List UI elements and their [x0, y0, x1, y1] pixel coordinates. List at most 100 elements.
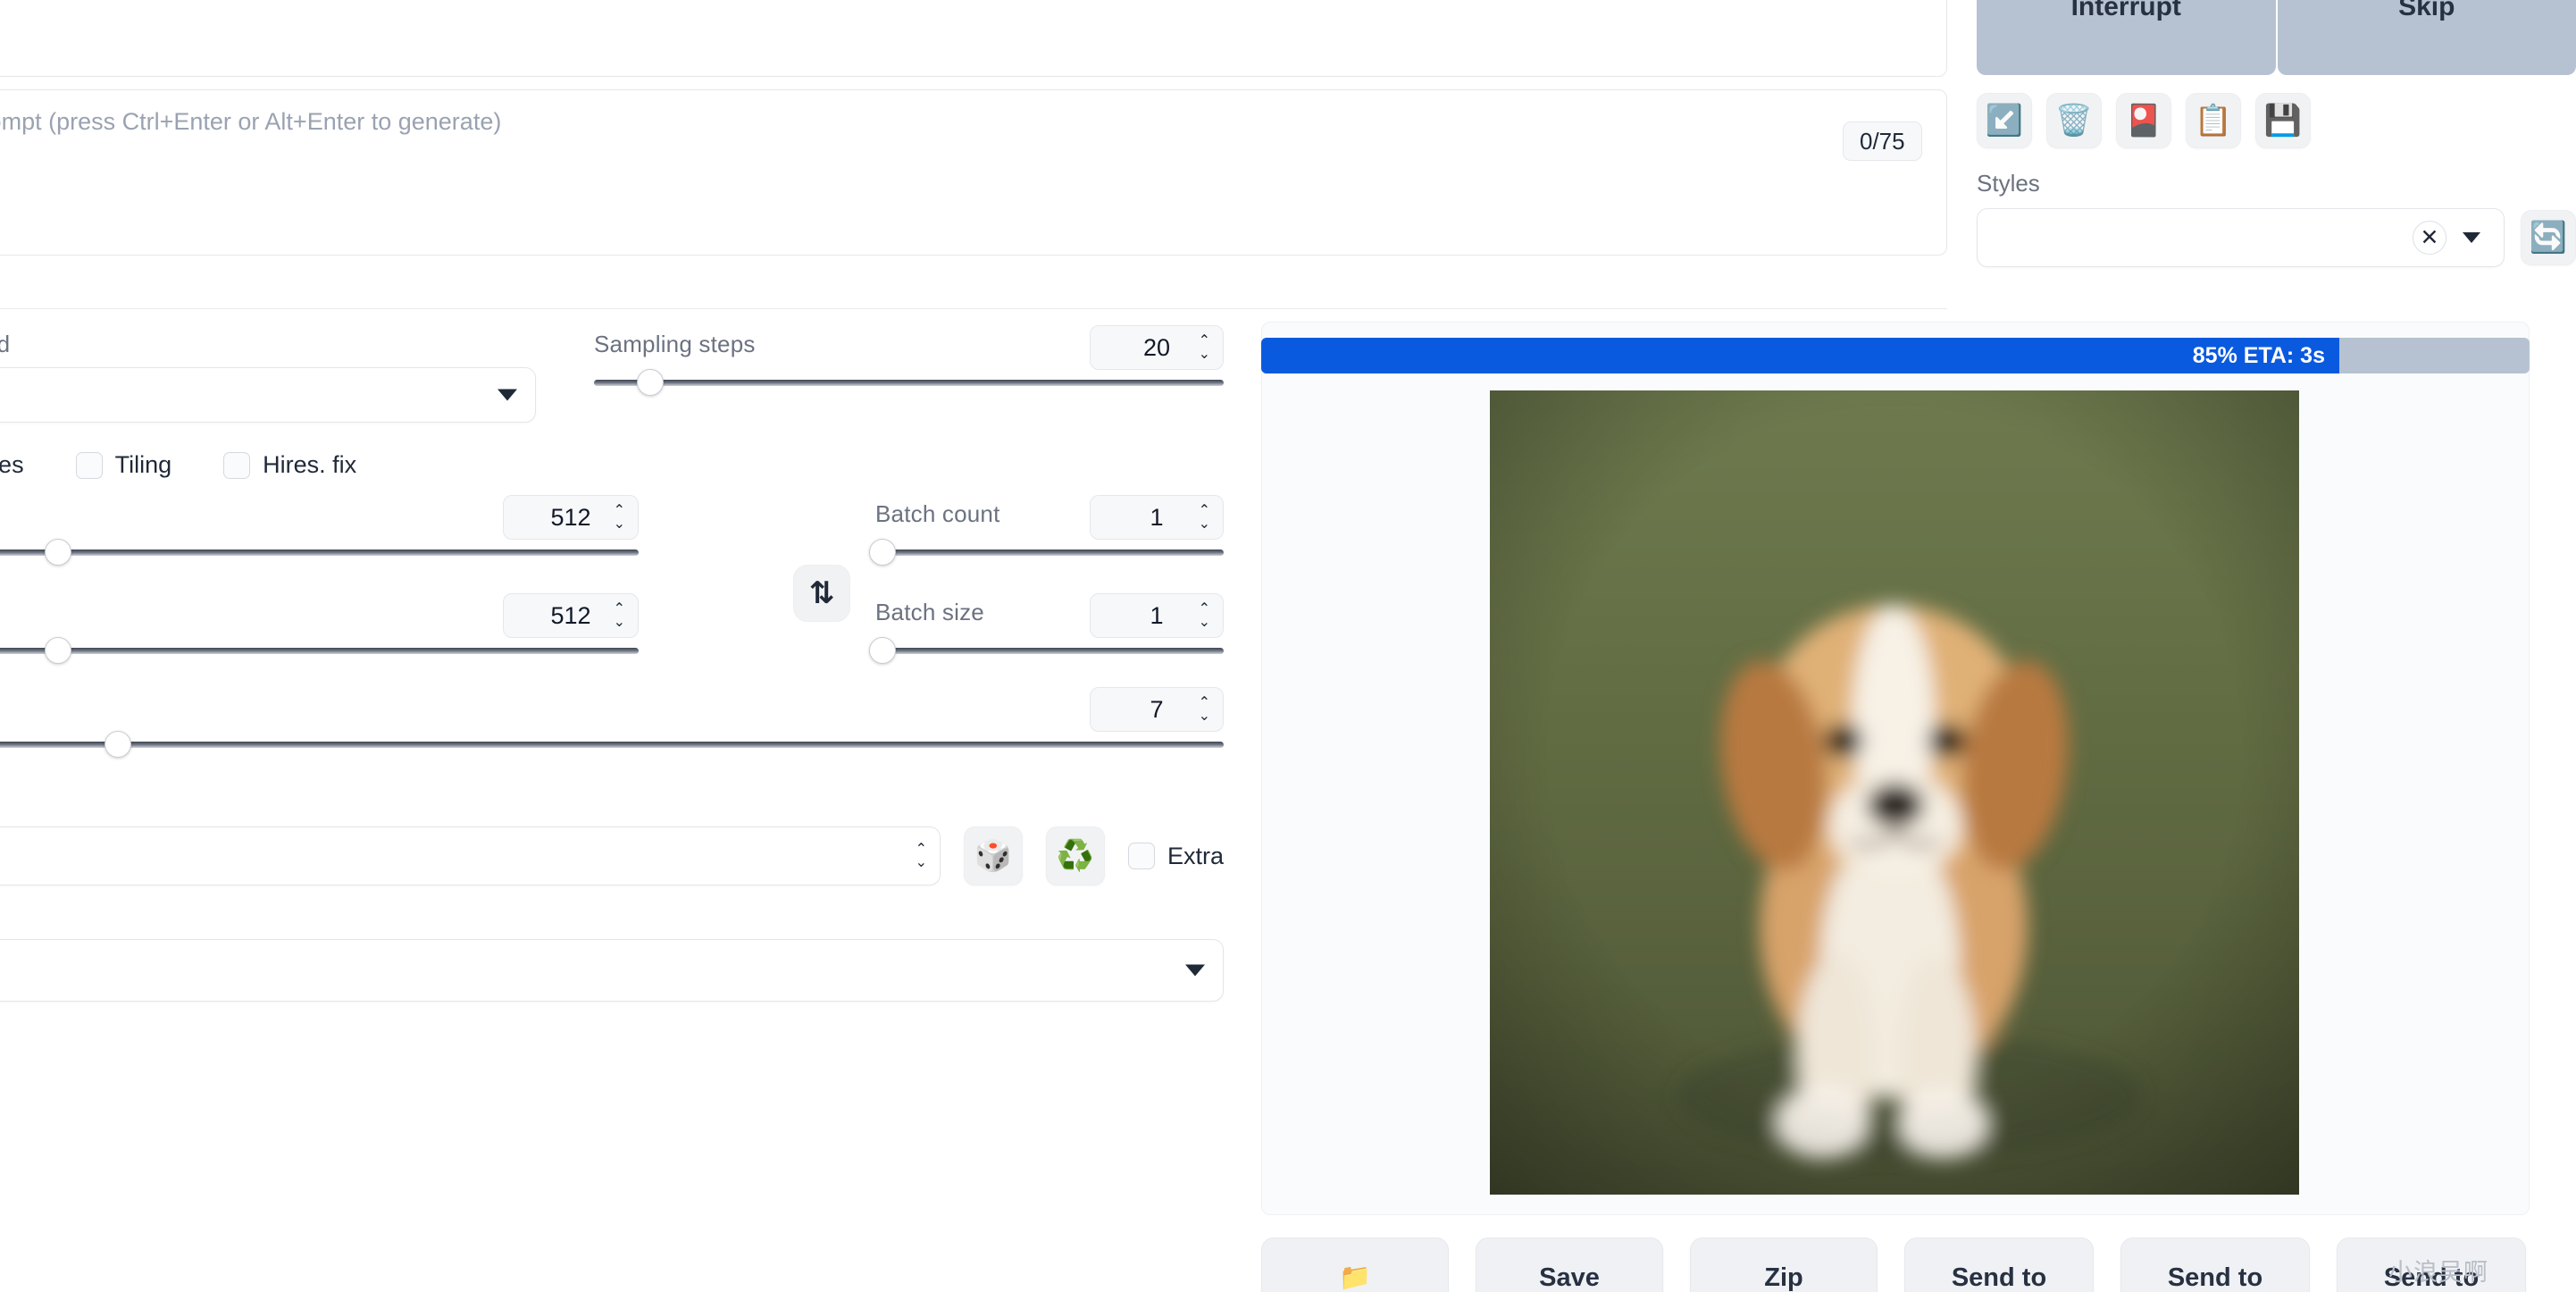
- open-folder-button[interactable]: 📁: [1261, 1237, 1449, 1292]
- stepper-arrows-icon[interactable]: ⌃ ⌄: [1199, 696, 1210, 724]
- extra-label: Extra: [1167, 842, 1224, 869]
- sampling-method-dropdown[interactable]: er a: [0, 367, 536, 423]
- skip-button[interactable]: Skip: [2277, 0, 2576, 75]
- sampling-method-label: pling method: [0, 331, 11, 357]
- generated-image-svg: [1490, 390, 2299, 1195]
- save-style-floppy-icon: 💾: [2263, 104, 2303, 138]
- hires-fix-label: Hires. fix: [263, 451, 357, 478]
- chevron-down-icon: [2463, 232, 2480, 243]
- swap-vertical-icon: ⇅: [808, 576, 835, 610]
- dice-icon: 🎲: [974, 839, 1013, 873]
- refresh-styles-button[interactable]: 🔄: [2521, 210, 2576, 265]
- stepper-arrows-icon[interactable]: ⌃ ⌄: [916, 843, 927, 870]
- progress-bar-fill: 85% ETA: 3s: [1261, 338, 2339, 373]
- hires-fix-toggle[interactable]: Hires. fix: [223, 451, 356, 479]
- send-to-img2img-button[interactable]: Send to: [1904, 1237, 2094, 1292]
- clear-prompt-button[interactable]: 🗑️: [2046, 93, 2102, 148]
- script-field: t ne: [0, 902, 1224, 1002]
- sampling-steps-field: Sampling steps 20 ⌃ ⌄: [594, 325, 1224, 396]
- prompt-column: og gative prompt (press Ctrl+Enter or Al…: [0, 0, 1947, 256]
- extra-seed-toggle[interactable]: Extra: [1127, 842, 1224, 870]
- sampling-steps-slider[interactable]: [594, 369, 1224, 396]
- slider-track: [875, 550, 1224, 556]
- send-to-inpaint-button[interactable]: Send to: [2120, 1237, 2310, 1292]
- folder-icon: 📁: [1338, 1263, 1372, 1292]
- restore-faces-toggle[interactable]: Restore faces: [0, 451, 24, 479]
- swap-dimensions-button[interactable]: ⇅: [793, 565, 850, 622]
- width-value: 512: [550, 503, 591, 531]
- hires-fix-checkbox[interactable]: [223, 451, 251, 479]
- styles-select[interactable]: ✕: [1977, 208, 2505, 267]
- toggle-options-row: Restore faces Tiling Hires. fix: [0, 451, 356, 479]
- read-generation-parameters-button[interactable]: ↙️: [1977, 93, 2032, 148]
- slider-thumb[interactable]: [45, 637, 72, 664]
- seed-input[interactable]: ⌃ ⌄: [0, 826, 941, 885]
- width-label: h: [0, 500, 764, 528]
- save-button[interactable]: Save: [1476, 1237, 1663, 1292]
- positive-prompt-value: og: [0, 0, 1927, 4]
- generated-image[interactable]: [1490, 390, 2299, 1195]
- clear-prompt-trash-icon: 🗑️: [2054, 104, 2094, 138]
- random-seed-button[interactable]: 🎲: [963, 826, 1023, 885]
- right-panel: Interrupt Skip ↙️ 🗑️ 🎴 📋 💾 Styles ✕ 🔄: [1977, 0, 2576, 267]
- stepper-arrows-icon[interactable]: ⌃ ⌄: [1199, 334, 1210, 362]
- apply-style-button[interactable]: 📋: [2186, 93, 2241, 148]
- width-number[interactable]: 512 ⌃ ⌄: [503, 495, 639, 540]
- batch-size-value: 1: [1150, 601, 1164, 629]
- stepper-arrows-icon[interactable]: ⌃ ⌄: [614, 602, 625, 630]
- sampling-steps-value: 20: [1142, 333, 1171, 361]
- slider-thumb[interactable]: [45, 539, 72, 566]
- batch-count-number[interactable]: 1 ⌃ ⌄: [1090, 495, 1224, 540]
- height-field: ht 512 ⌃⌄: [0, 593, 764, 664]
- cfg-scale-field: Scale 7 ⌃⌄: [0, 687, 1224, 758]
- generation-control-buttons: Interrupt Skip: [1977, 0, 2576, 75]
- clear-styles-icon[interactable]: ✕: [2413, 221, 2446, 255]
- script-label: t: [0, 902, 1224, 930]
- stepper-arrows-icon[interactable]: ⌃ ⌄: [614, 504, 625, 532]
- batch-size-field: Batch size 1 ⌃ ⌄: [868, 593, 1224, 664]
- batch-size-number[interactable]: 1 ⌃ ⌄: [1090, 593, 1224, 638]
- height-label: ht: [0, 599, 764, 626]
- slider-track: [594, 380, 1224, 386]
- zip-button[interactable]: Zip: [1690, 1237, 1878, 1292]
- sampling-method-field: pling method er a: [0, 331, 536, 423]
- slider-track: [0, 550, 639, 556]
- width-slider[interactable]: [0, 539, 639, 566]
- slider-track: [875, 648, 1224, 654]
- progress-bar-text: 85% ETA: 3s: [2192, 342, 2325, 368]
- show-extra-networks-icon: 🎴: [2124, 104, 2163, 138]
- slider-thumb[interactable]: [868, 637, 896, 664]
- stepper-arrows-icon[interactable]: ⌃ ⌄: [1199, 504, 1210, 532]
- extra-checkbox[interactable]: [1127, 843, 1155, 869]
- sampling-steps-number[interactable]: 20 ⌃ ⌄: [1090, 325, 1224, 370]
- progress-bar: 85% ETA: 3s: [1261, 338, 2530, 373]
- batch-size-slider[interactable]: [868, 637, 1224, 664]
- height-number[interactable]: 512 ⌃ ⌄: [503, 593, 639, 638]
- restore-faces-label: Restore faces: [0, 451, 24, 478]
- save-style-button[interactable]: 💾: [2255, 93, 2311, 148]
- slider-track: [0, 742, 1224, 748]
- height-slider[interactable]: [0, 637, 639, 664]
- cfg-scale-number[interactable]: 7 ⌃ ⌄: [1090, 687, 1224, 732]
- reuse-seed-button[interactable]: ♻️: [1045, 826, 1105, 885]
- slider-thumb[interactable]: [637, 369, 665, 396]
- batch-count-field: Batch count 1 ⌃ ⌄: [868, 495, 1224, 566]
- slider-thumb[interactable]: [868, 539, 896, 566]
- cfg-scale-value: 7: [1150, 695, 1164, 723]
- tiling-checkbox[interactable]: [75, 451, 103, 479]
- negative-prompt-input[interactable]: gative prompt (press Ctrl+Enter or Alt+E…: [0, 89, 1947, 256]
- negative-prompt-placeholder: gative prompt (press Ctrl+Enter or Alt+E…: [0, 108, 502, 135]
- batch-count-slider[interactable]: [868, 539, 1224, 566]
- stepper-arrows-icon[interactable]: ⌃ ⌄: [1199, 602, 1210, 630]
- script-dropdown[interactable]: ne: [0, 939, 1224, 1002]
- interrupt-button[interactable]: Interrupt: [1977, 0, 2276, 75]
- prompt-tool-buttons: ↙️ 🗑️ 🎴 📋 💾: [1977, 93, 2576, 148]
- read-generation-parameters-icon: ↙️: [1985, 104, 2024, 138]
- cfg-scale-slider[interactable]: [0, 731, 1224, 758]
- show-extra-networks-button[interactable]: 🎴: [2116, 93, 2171, 148]
- slider-track: [0, 648, 639, 654]
- styles-label: Styles: [1977, 170, 2040, 197]
- positive-prompt-input[interactable]: og: [0, 0, 1947, 77]
- slider-thumb[interactable]: [104, 731, 131, 758]
- tiling-toggle[interactable]: Tiling: [75, 451, 171, 479]
